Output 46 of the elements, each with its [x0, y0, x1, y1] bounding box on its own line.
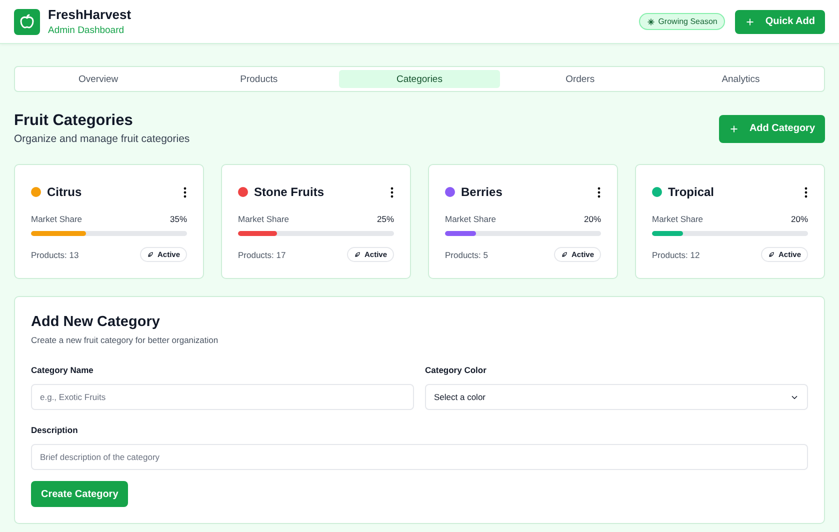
share-value: 20%: [790, 214, 808, 224]
form-title: Add New Category: [31, 314, 161, 330]
leaf-icon: [768, 251, 776, 258]
season-badge: Growing Season: [639, 13, 726, 30]
field-label: Description: [31, 425, 79, 435]
section-title: Fruit Categories: [14, 112, 134, 130]
share-label: Market Share: [652, 214, 704, 224]
category-name: Berries: [461, 185, 502, 199]
product-count: Products: 5: [445, 250, 488, 260]
leaf-icon: [561, 251, 568, 258]
category-name: Stone Fruits: [254, 185, 324, 199]
form-subtitle: Create a new fruit category for better organization: [31, 335, 220, 345]
share-label: Market Share: [238, 214, 290, 224]
share-label: Market Share: [445, 214, 496, 224]
category-name: Tropical: [668, 185, 714, 199]
more-options-icon[interactable]: [390, 186, 394, 198]
share-label: Market Share: [31, 214, 82, 224]
field-label: Category Name: [31, 365, 94, 375]
brand-name: FreshHarvest: [48, 7, 132, 22]
more-options-icon[interactable]: [804, 186, 808, 198]
more-options-icon[interactable]: [597, 186, 601, 198]
category-name: Citrus: [47, 185, 82, 199]
plus-icon: [745, 16, 756, 26]
field-label: Category Color: [425, 365, 488, 375]
product-count: Products: 13: [31, 250, 79, 260]
share-value: 20%: [584, 214, 601, 224]
more-options-icon[interactable]: [183, 186, 187, 198]
share-value: 25%: [376, 214, 394, 224]
color-select[interactable]: Select a color: [425, 384, 808, 410]
tab[interactable]: Orders: [500, 70, 660, 88]
tab[interactable]: Analytics: [660, 70, 821, 88]
tab[interactable]: Overview: [18, 70, 179, 88]
leaf-icon: [354, 251, 362, 258]
leaf-icon: [147, 251, 154, 258]
share-value: 35%: [170, 214, 187, 224]
apple-logo-icon: [14, 8, 40, 34]
tab[interactable]: Categories: [339, 70, 500, 88]
description-input[interactable]: Brief description of the category: [31, 444, 808, 470]
category-name-input[interactable]: e.g., Exotic Fruits: [31, 384, 414, 410]
brand-subtitle: Admin Dashboard: [48, 25, 126, 36]
sparkle-icon: [647, 18, 656, 26]
plus-icon: [729, 124, 740, 134]
product-count: Products: 17: [238, 250, 286, 260]
product-count: Products: 12: [652, 250, 700, 260]
tab[interactable]: Products: [178, 70, 340, 88]
section-subtitle: Organize and manage fruit categories: [14, 133, 190, 145]
